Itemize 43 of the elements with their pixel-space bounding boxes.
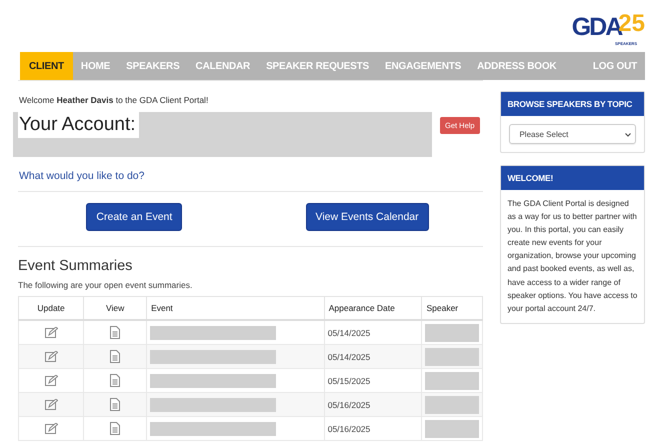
edit-icon[interactable] <box>44 375 58 386</box>
column-header: Event <box>146 296 324 320</box>
redacted-block <box>425 372 480 390</box>
document-icon[interactable] <box>110 326 120 339</box>
section-title: Event Summaries <box>18 258 134 274</box>
card-header: WELCOME! <box>501 166 644 190</box>
section-subtitle: The following are your open event summaries. <box>18 280 194 290</box>
topic-select[interactable]: Please Select <box>509 124 636 144</box>
prompt-link[interactable]: What would you like to do? <box>19 170 144 182</box>
table-cell: 05/16/2025 <box>324 392 422 416</box>
redacted-block <box>425 348 480 366</box>
account-label: Your Account: <box>18 110 139 138</box>
action-button[interactable]: View Events Calendar <box>306 203 429 231</box>
column-header: Update <box>18 296 84 320</box>
nav-link[interactable]: ENGAGEMENTS <box>377 52 470 80</box>
caret-icon <box>625 132 631 136</box>
nav-link[interactable]: SPEAKER REQUESTS <box>258 52 377 80</box>
nav-link[interactable]: ADDRESS BOOK <box>469 52 564 80</box>
redacted-block <box>425 420 480 438</box>
document-icon[interactable] <box>110 350 120 363</box>
card-header: BROWSE SPEAKERS BY TOPIC <box>501 92 644 116</box>
table-cell: 05/14/2025 <box>324 344 422 368</box>
column-header: Appearance Date <box>324 296 422 320</box>
nav-link[interactable]: CLIENT <box>20 52 73 80</box>
column-header: Speaker <box>422 296 483 320</box>
logout-link[interactable]: LOG OUT <box>584 52 645 80</box>
welcome-message: Welcome Heather Davis to the GDA Client Portal! <box>19 95 210 107</box>
document-icon[interactable] <box>110 374 120 387</box>
edit-icon[interactable] <box>44 351 58 362</box>
redacted-block <box>425 396 480 414</box>
nav-link[interactable]: SPEAKERS <box>118 52 188 80</box>
welcome-text: The GDA Client Portal is designed as a way for us to better partner with you. In this portal, you can easily create new events for your organization, browse your upcoming and past booked events, as well as, have access to a wider range of speaker options. You have access to your portal account 24/7. <box>506 198 638 315</box>
document-icon[interactable] <box>110 398 120 411</box>
document-icon[interactable] <box>110 422 120 435</box>
nav-link[interactable]: CALENDAR <box>188 52 258 80</box>
nav-link[interactable]: HOME <box>72 52 118 80</box>
action-button[interactable]: Create an Event <box>86 203 182 231</box>
table-cell: 05/16/2025 <box>324 416 422 440</box>
redacted-block <box>425 324 480 342</box>
edit-icon[interactable] <box>44 399 58 410</box>
column-header: View <box>84 296 147 320</box>
edit-icon[interactable] <box>44 423 58 434</box>
edit-icon[interactable] <box>44 327 58 338</box>
